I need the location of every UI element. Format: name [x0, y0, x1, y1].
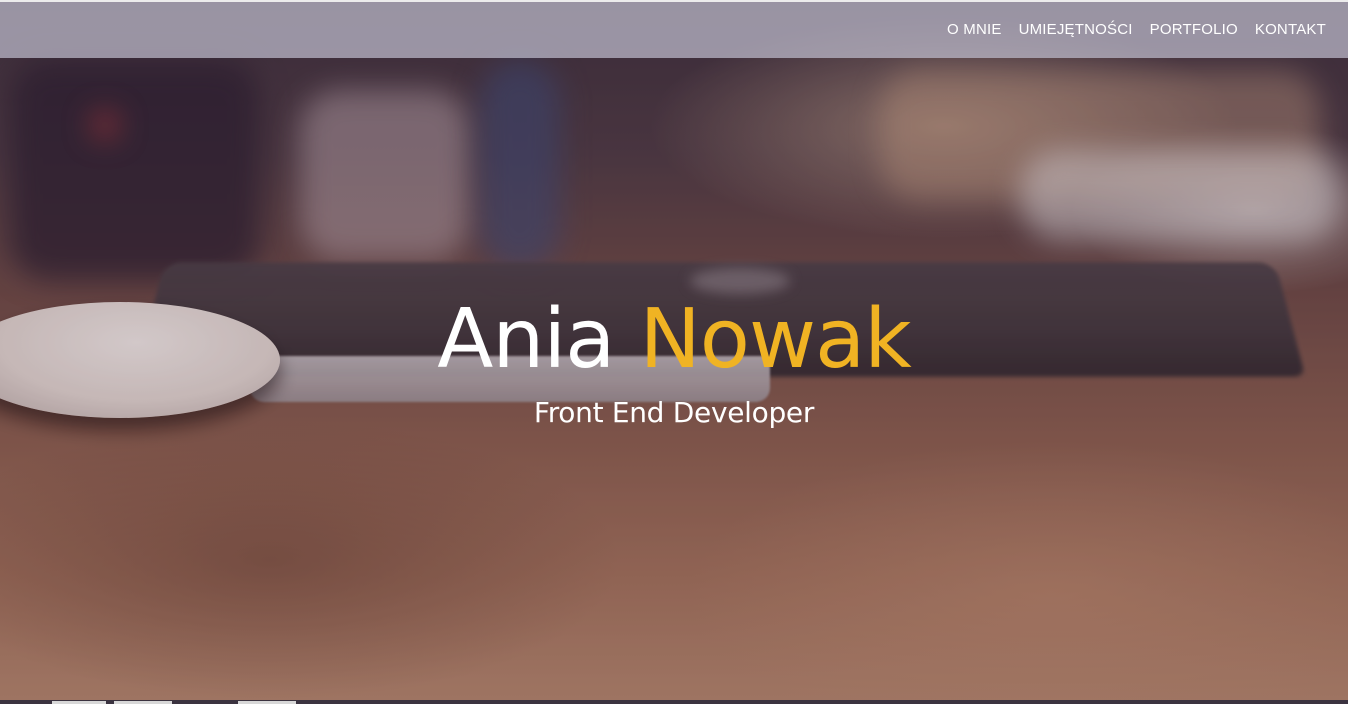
nav-link-about[interactable]: O MNIE: [947, 21, 1002, 38]
hero-name: Ania Nowak: [0, 290, 1348, 390]
nav-link-contact[interactable]: KONTAKT: [1255, 21, 1326, 38]
nav-menu: O MNIE UMIEJĘTNOŚCI PORTFOLIO KONTAKT: [947, 21, 1326, 39]
hero-subtitle: Front End Developer: [533, 396, 815, 429]
hero-heading-block: Ania Nowak Front End Developer: [0, 290, 1348, 429]
bottom-edge: [0, 700, 1348, 704]
nav-item-portfolio: PORTFOLIO: [1150, 21, 1238, 39]
nav-item-contact: KONTAKT: [1255, 21, 1326, 39]
nav-item-about: O MNIE: [947, 21, 1002, 39]
top-navbar: O MNIE UMIEJĘTNOŚCI PORTFOLIO KONTAKT: [0, 0, 1348, 58]
hero-first-name: Ania: [437, 292, 615, 387]
nav-link-portfolio[interactable]: PORTFOLIO: [1150, 21, 1238, 38]
hero-last-name: Nowak: [639, 292, 911, 387]
nav-item-skills: UMIEJĘTNOŚCI: [1019, 21, 1133, 39]
nav-link-skills[interactable]: UMIEJĘTNOŚCI: [1019, 21, 1133, 38]
